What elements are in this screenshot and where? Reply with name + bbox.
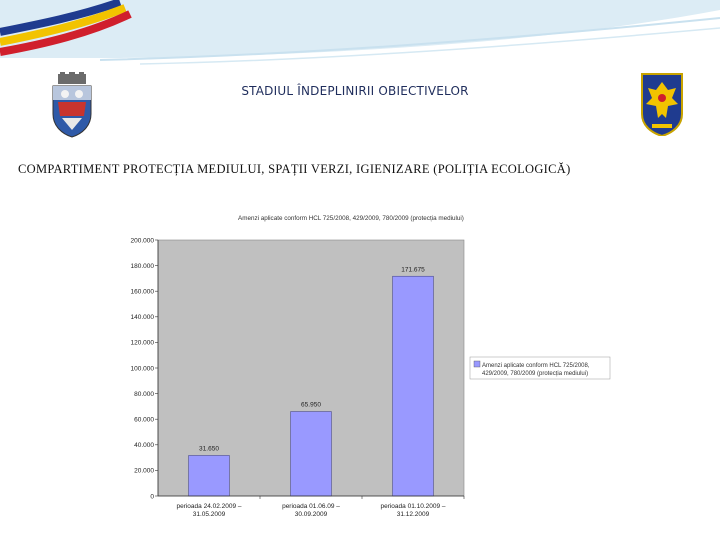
y-tick-label: 200.000 bbox=[131, 237, 155, 244]
y-tick-label: 160.000 bbox=[131, 289, 155, 296]
y-tick-label: 60.000 bbox=[134, 417, 154, 424]
data-label: 31.650 bbox=[199, 445, 219, 452]
x-tick-label: 30.09.2009 bbox=[295, 511, 328, 518]
y-tick-label: 80.000 bbox=[134, 391, 154, 398]
chart-title: Amenzi aplicate conform HCL 725/2008, 42… bbox=[238, 215, 464, 222]
data-label: 171.675 bbox=[401, 266, 425, 273]
x-tick-label: 31.12.2009 bbox=[397, 511, 430, 518]
y-tick-label: 20.000 bbox=[134, 468, 154, 475]
legend: Amenzi aplicate conform HCL 725/2008, 429… bbox=[469, 356, 611, 380]
y-axis-ticks: 0 20.000 40.000 60.000 80.000 100.000 120.000 1… bbox=[131, 237, 158, 500]
x-tick-label: perioada 01.06.09 – bbox=[282, 503, 340, 510]
x-tick-label: 31.05.2009 bbox=[193, 511, 226, 518]
legend-swatch bbox=[473, 360, 481, 368]
bar bbox=[188, 455, 230, 497]
bar-chart: Amenzi aplicate conform HCL 725/2008, 42… bbox=[131, 215, 611, 518]
x-tick-label: perioada 24.02.2009 – bbox=[176, 503, 241, 510]
y-tick-label: 140.000 bbox=[131, 314, 155, 321]
y-tick-label: 40.000 bbox=[134, 442, 154, 449]
bar bbox=[290, 411, 332, 497]
y-tick-label: 100.000 bbox=[131, 365, 155, 372]
y-tick-label: 0 bbox=[150, 493, 154, 500]
data-label: 65.950 bbox=[301, 402, 321, 409]
y-tick-label: 120.000 bbox=[131, 340, 155, 347]
bar bbox=[392, 275, 434, 497]
y-tick-label: 180.000 bbox=[131, 263, 155, 270]
x-tick-label: perioada 01.10.2009 – bbox=[380, 503, 445, 510]
x-axis-labels: perioada 24.02.2009 –31.05.2009 perioada … bbox=[176, 496, 465, 518]
